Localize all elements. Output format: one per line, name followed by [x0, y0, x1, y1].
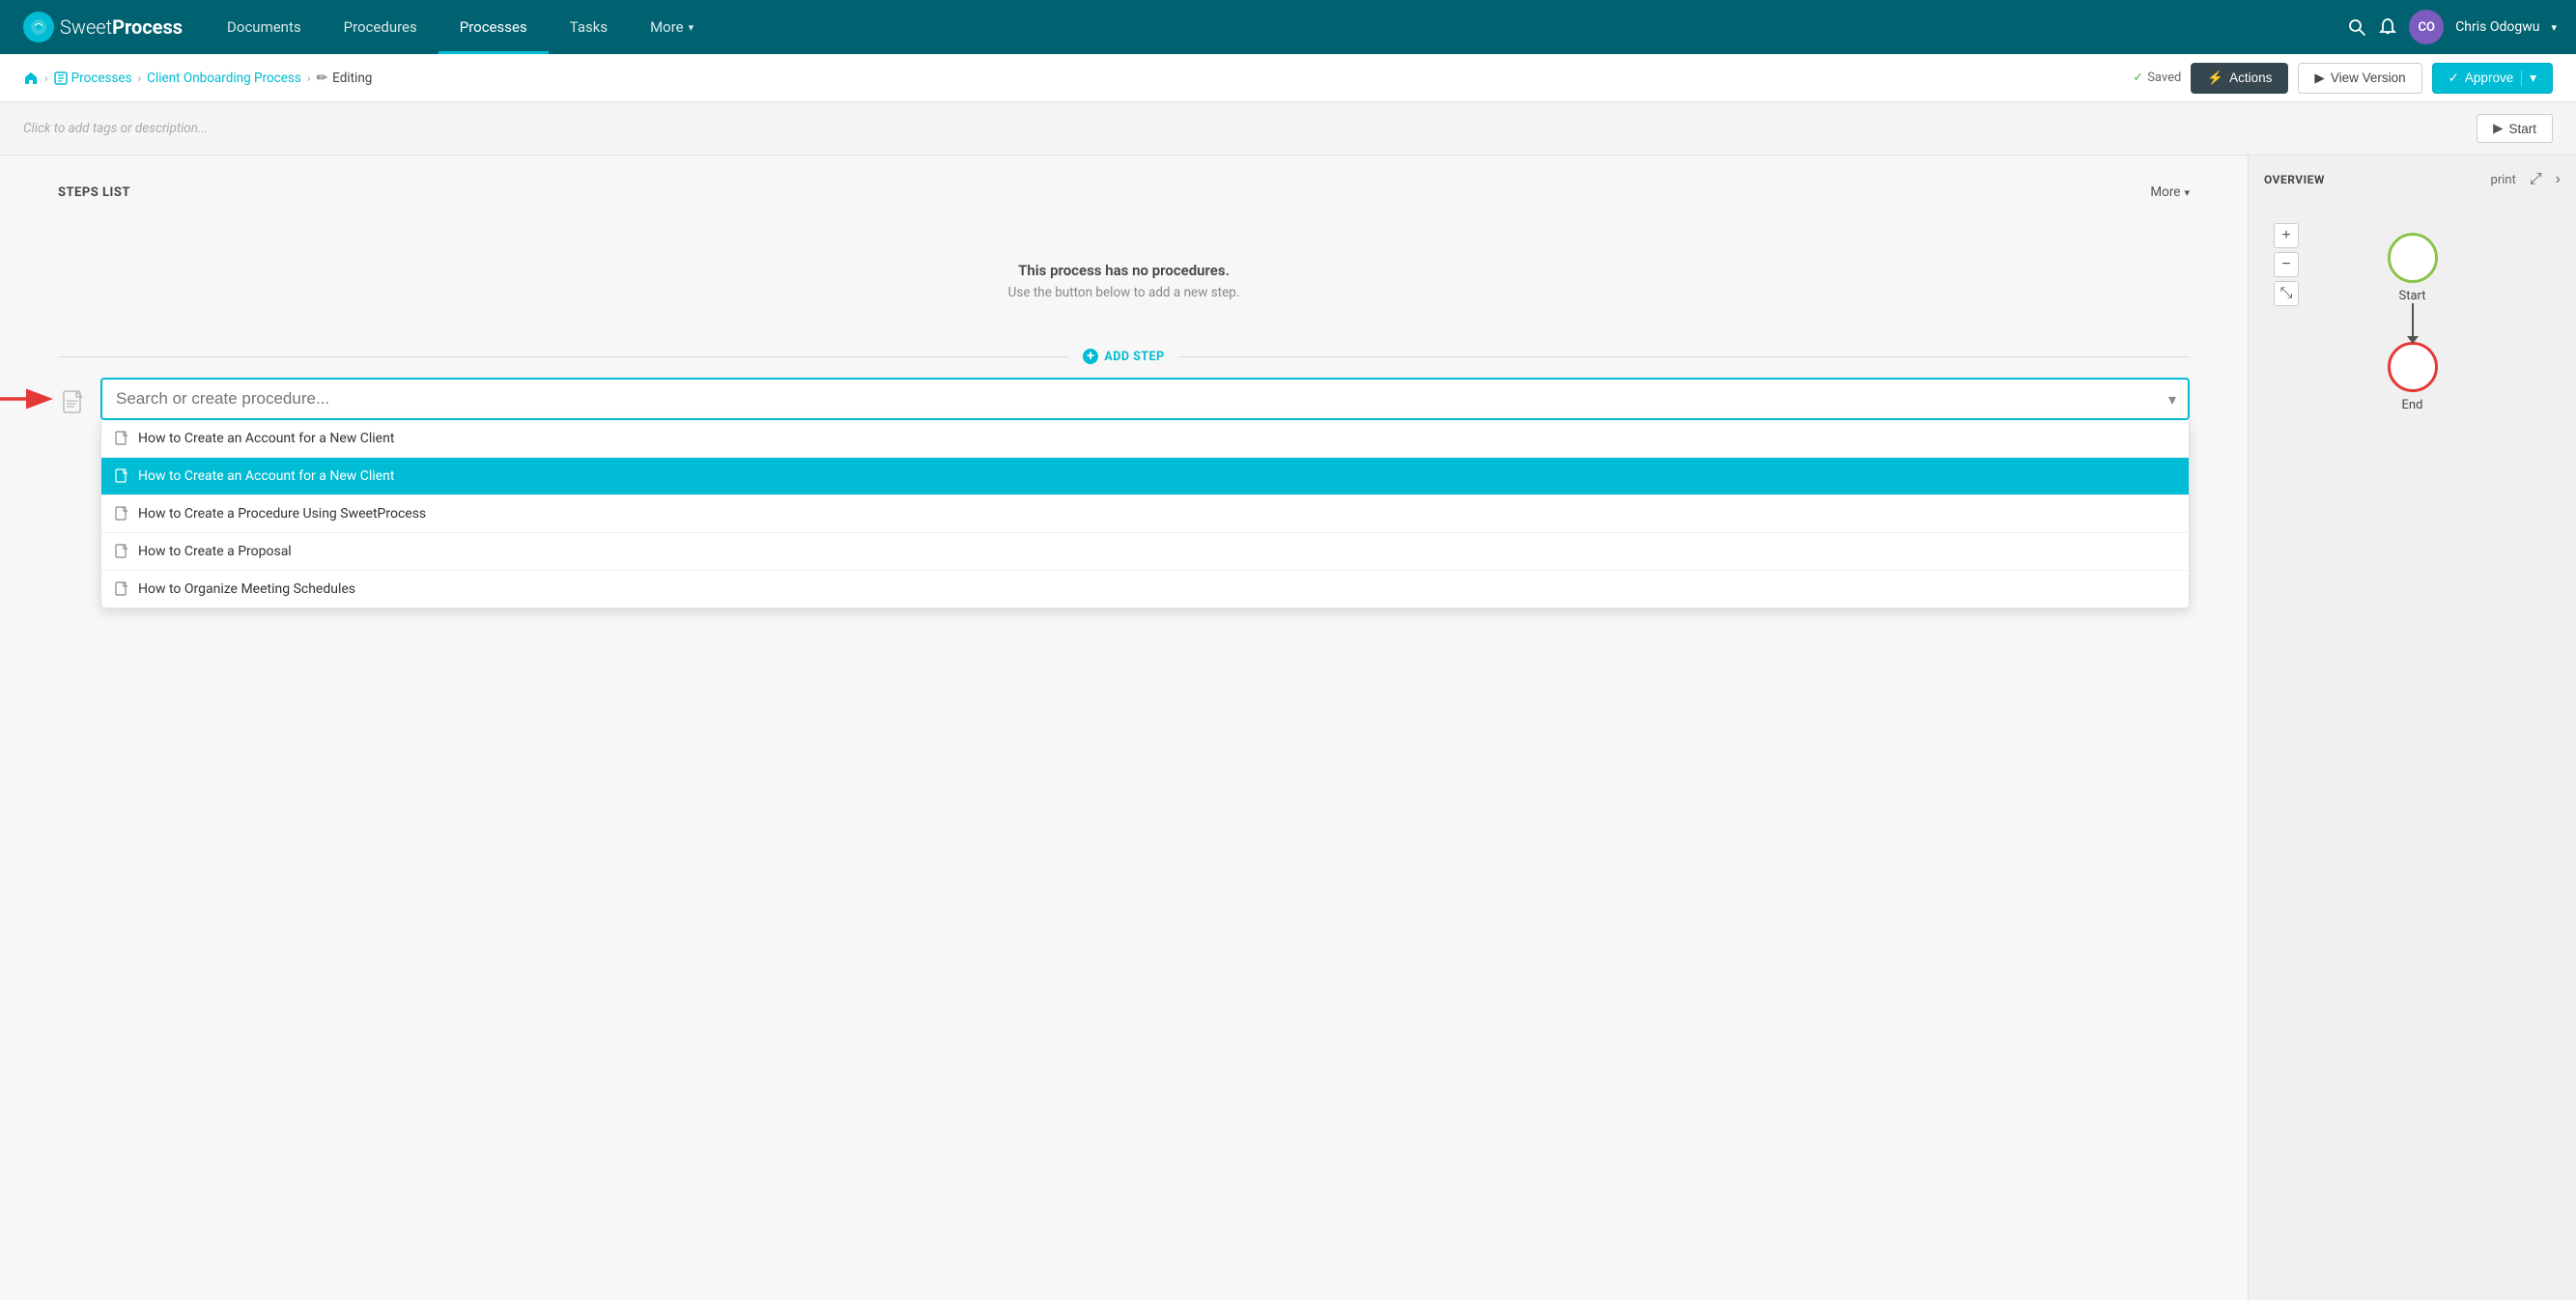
- flow-end-node: End: [2388, 342, 2438, 412]
- dropdown-item-2[interactable]: How to Create an Account for a New Clien…: [101, 458, 2189, 495]
- top-navigation: SweetProcess Documents Procedures Proces…: [0, 0, 2576, 54]
- saved-status: ✓ Saved: [2133, 71, 2181, 85]
- dropdown-item-4[interactable]: How to Create a Proposal: [101, 533, 2189, 571]
- flow-diagram: Start End: [2388, 213, 2438, 432]
- empty-subtitle: Use the button below to add a new step.: [58, 285, 2190, 300]
- dropdown-item-3[interactable]: How to Create a Procedure Using SweetPro…: [101, 495, 2189, 533]
- flow-arrow-icon: [2407, 336, 2419, 344]
- tags-placeholder[interactable]: Click to add tags or description...: [23, 121, 208, 136]
- breadcrumb-sep-2: ›: [138, 71, 142, 85]
- nav-processes[interactable]: Processes: [439, 0, 549, 54]
- overview-print-button[interactable]: print: [2491, 173, 2516, 187]
- breadcrumb-process-name[interactable]: Client Onboarding Process: [147, 71, 301, 86]
- logo-text: SweetProcess: [60, 15, 183, 39]
- end-circle: [2388, 342, 2438, 392]
- actions-button[interactable]: ⚡ Actions: [2191, 63, 2288, 94]
- search-input-row: ▾: [100, 378, 2190, 420]
- start-play-icon: ▶: [2493, 121, 2503, 136]
- flow-zoom-controls: + − ⤡: [2274, 223, 2299, 306]
- nav-tasks[interactable]: Tasks: [549, 0, 629, 54]
- overview-actions: print ⤢ ›: [2491, 171, 2561, 188]
- start-label: Start: [2398, 289, 2425, 303]
- add-step-line-left: [58, 356, 1069, 357]
- overview-panel: OVERVIEW print ⤢ › + − ⤡ Start: [2248, 155, 2576, 1300]
- dropdown-item-1[interactable]: How to Create an Account for a New Clien…: [101, 420, 2189, 458]
- add-step-row: + ADD STEP: [58, 349, 2190, 364]
- zoom-out-button[interactable]: −: [2274, 252, 2299, 277]
- search-icon-button[interactable]: [2347, 17, 2366, 37]
- logo[interactable]: SweetProcess: [0, 12, 206, 42]
- nav-items: Documents Procedures Processes Tasks Mor…: [206, 0, 2328, 54]
- overview-expand-icon[interactable]: ⤢: [2530, 171, 2542, 188]
- search-dropdown-wrapper: ▾ How to Create an Account for a New Cli…: [100, 378, 2190, 420]
- steps-more-button[interactable]: More ▾: [2150, 184, 2190, 200]
- flow-connector: [2412, 303, 2414, 342]
- more-dropdown-icon: ▾: [689, 21, 694, 34]
- breadcrumb-home[interactable]: [23, 71, 39, 86]
- breadcrumb-sep-3: ›: [307, 71, 311, 85]
- empty-state: This process has no procedures. Use the …: [58, 223, 2190, 329]
- main-content: STEPS LIST More ▾ This process has no pr…: [0, 155, 2576, 1300]
- overview-title: OVERVIEW: [2264, 173, 2325, 186]
- steps-header: STEPS LIST More ▾: [58, 184, 2190, 200]
- search-procedure-input[interactable]: [102, 380, 2157, 418]
- saved-check-icon: ✓: [2133, 71, 2143, 85]
- overview-next-icon[interactable]: ›: [2556, 171, 2561, 188]
- pencil-icon: ✏: [316, 71, 327, 86]
- play-small-icon: ▶: [2314, 71, 2324, 86]
- approve-check-icon: ✓: [2449, 71, 2459, 86]
- steps-panel: STEPS LIST More ▾ This process has no pr…: [0, 155, 2248, 1300]
- start-circle: [2388, 233, 2438, 283]
- user-name[interactable]: Chris Odogwu: [2455, 19, 2539, 35]
- breadcrumb-bar: › Processes › Client Onboarding Process …: [0, 54, 2576, 102]
- nav-documents[interactable]: Documents: [206, 0, 323, 54]
- user-avatar[interactable]: CO: [2409, 10, 2444, 44]
- overview-header: OVERVIEW print ⤢ ›: [2264, 171, 2561, 188]
- document-type-icon: [58, 387, 89, 418]
- dropdown-item-5[interactable]: How to Organize Meeting Schedules: [101, 571, 2189, 608]
- search-area: ▾ How to Create an Account for a New Cli…: [58, 378, 2190, 420]
- logo-icon: [23, 12, 54, 42]
- search-caret-icon[interactable]: ▾: [2157, 390, 2188, 409]
- tags-bar: Click to add tags or description... ▶ St…: [0, 102, 2576, 155]
- add-step-line-right: [1178, 356, 2190, 357]
- approve-caret-icon[interactable]: ▾: [2521, 71, 2536, 86]
- breadcrumb-current: ✏ Editing: [316, 71, 372, 86]
- breadcrumb-processes[interactable]: Processes: [54, 71, 132, 86]
- steps-list-title: STEPS LIST: [58, 185, 130, 200]
- nav-procedures[interactable]: Procedures: [323, 0, 439, 54]
- flow-start-node: Start: [2388, 233, 2438, 303]
- bolt-icon: ⚡: [2207, 71, 2223, 86]
- zoom-fit-button[interactable]: ⤡: [2274, 281, 2299, 306]
- breadcrumb-sep-1: ›: [44, 71, 48, 85]
- start-button[interactable]: ▶ Start: [2477, 114, 2553, 143]
- breadcrumb: › Processes › Client Onboarding Process …: [23, 71, 372, 86]
- steps-more-chevron: ▾: [2184, 186, 2190, 199]
- add-step-plus-icon: +: [1083, 349, 1098, 364]
- overview-container: + − ⤡ Start End: [2264, 204, 2561, 441]
- bell-icon-button[interactable]: [2378, 17, 2397, 37]
- breadcrumb-actions: ✓ Saved ⚡ Actions ▶ View Version ✓ Appro…: [2133, 63, 2553, 94]
- empty-title: This process has no procedures.: [58, 262, 2190, 279]
- view-version-button[interactable]: ▶ View Version: [2298, 63, 2421, 94]
- search-dropdown-list: How to Create an Account for a New Clien…: [100, 420, 2190, 608]
- end-label: End: [2402, 398, 2423, 412]
- user-dropdown-icon: ▾: [2551, 21, 2557, 34]
- nav-more[interactable]: More ▾: [629, 0, 715, 54]
- nav-right: CO Chris Odogwu ▾: [2328, 10, 2576, 44]
- add-step-button[interactable]: + ADD STEP: [1069, 349, 1177, 364]
- zoom-in-button[interactable]: +: [2274, 223, 2299, 248]
- approve-button[interactable]: ✓ Approve ▾: [2432, 63, 2553, 94]
- red-arrow-indicator: [0, 380, 58, 418]
